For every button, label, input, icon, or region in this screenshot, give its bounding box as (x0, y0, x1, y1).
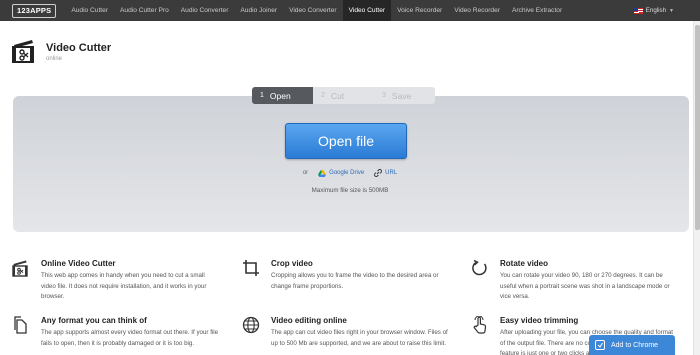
page-subtitle: online (46, 56, 63, 62)
rotate-icon (472, 259, 487, 276)
step-cut: 2 Cut (313, 87, 374, 104)
feature-text: The app can cut video files right in you… (271, 329, 448, 347)
step-label: Cut (330, 90, 345, 101)
google-drive-link[interactable]: Google Drive (318, 169, 365, 177)
step-number: 3 (382, 92, 386, 99)
page: 123APPS Audio Cutter Audio Cutter Pro Au… (0, 0, 700, 355)
link-icon (374, 169, 383, 177)
nav-item-video-cutter[interactable]: Video Cutter (342, 0, 392, 21)
feature-text: Cropping allows you to frame the video t… (271, 272, 439, 290)
upload-panel (13, 96, 689, 232)
feature-title: Any format you can think of (41, 316, 147, 325)
nav-item-audio-converter[interactable]: Audio Converter (175, 0, 235, 21)
google-drive-label: Google Drive (329, 170, 365, 176)
add-to-chrome-label: Add to Chrome (611, 341, 659, 349)
film-icon (12, 260, 28, 277)
nav-item-video-recorder[interactable]: Video Recorder (448, 0, 506, 21)
step-save: 3 Save (374, 87, 435, 104)
crop-icon (243, 260, 259, 276)
file-sources: or Google Drive URL (0, 169, 700, 177)
steps-bar: 1 Open 2 Cut 3 Save (252, 87, 435, 104)
chrome-extension-icon (595, 340, 605, 350)
language-label: English (645, 7, 667, 14)
nav-item-audio-cutter[interactable]: Audio Cutter (65, 0, 114, 21)
nav-item-archive-extractor[interactable]: Archive Extractor (506, 0, 568, 21)
language-selector[interactable]: English ▼ (633, 0, 674, 21)
add-to-chrome-button[interactable]: Add to Chrome (589, 335, 675, 355)
nav-item-voice-recorder[interactable]: Voice Recorder (391, 0, 448, 21)
scrollbar-thumb[interactable] (695, 25, 700, 230)
nav-item-video-converter[interactable]: Video Converter (283, 0, 343, 21)
chevron-down-icon: ▼ (669, 7, 674, 14)
step-open: 1 Open (252, 87, 313, 104)
open-file-button[interactable]: Open file (285, 123, 407, 159)
step-label: Save (391, 90, 412, 101)
feature-title: Easy video trimming (500, 316, 579, 325)
video-cutter-logo-icon (12, 40, 34, 63)
feature-title: Rotate video (500, 259, 549, 268)
step-number: 2 (321, 92, 325, 99)
hand-pointer-icon (473, 316, 487, 334)
feature-title: Video editing online (271, 316, 347, 325)
top-nav: 123APPS Audio Cutter Audio Cutter Pro Au… (0, 0, 700, 21)
feature-text: The app supports almost every video form… (41, 329, 219, 347)
app-header: Video Cutter online (12, 38, 111, 64)
url-link[interactable]: URL (374, 169, 397, 177)
feature-text: You can rotate your video 90, 180 or 270… (500, 272, 670, 300)
copy-icon (14, 316, 27, 334)
step-label: Open (269, 90, 291, 101)
uk-flag-icon (633, 7, 643, 14)
nav-items: Audio Cutter Audio Cutter Pro Audio Conv… (65, 0, 568, 21)
globe-icon (242, 316, 260, 334)
max-file-size: Maximum file size is 500MB (311, 187, 389, 194)
or-label: or (302, 170, 309, 176)
feature-title: Crop video (271, 259, 313, 268)
logo[interactable]: 123APPS (12, 3, 57, 18)
step-number: 1 (260, 92, 264, 99)
nav-item-audio-joiner[interactable]: Audio Joiner (234, 0, 283, 21)
feature-title: Online Video Cutter (41, 259, 116, 268)
url-label: URL (385, 170, 398, 176)
feature-text: This web app comes in handy when you nee… (41, 272, 207, 300)
google-drive-icon (318, 169, 327, 177)
nav-item-audio-cutter-pro[interactable]: Audio Cutter Pro (114, 0, 175, 21)
page-title: Video Cutter (46, 42, 112, 54)
